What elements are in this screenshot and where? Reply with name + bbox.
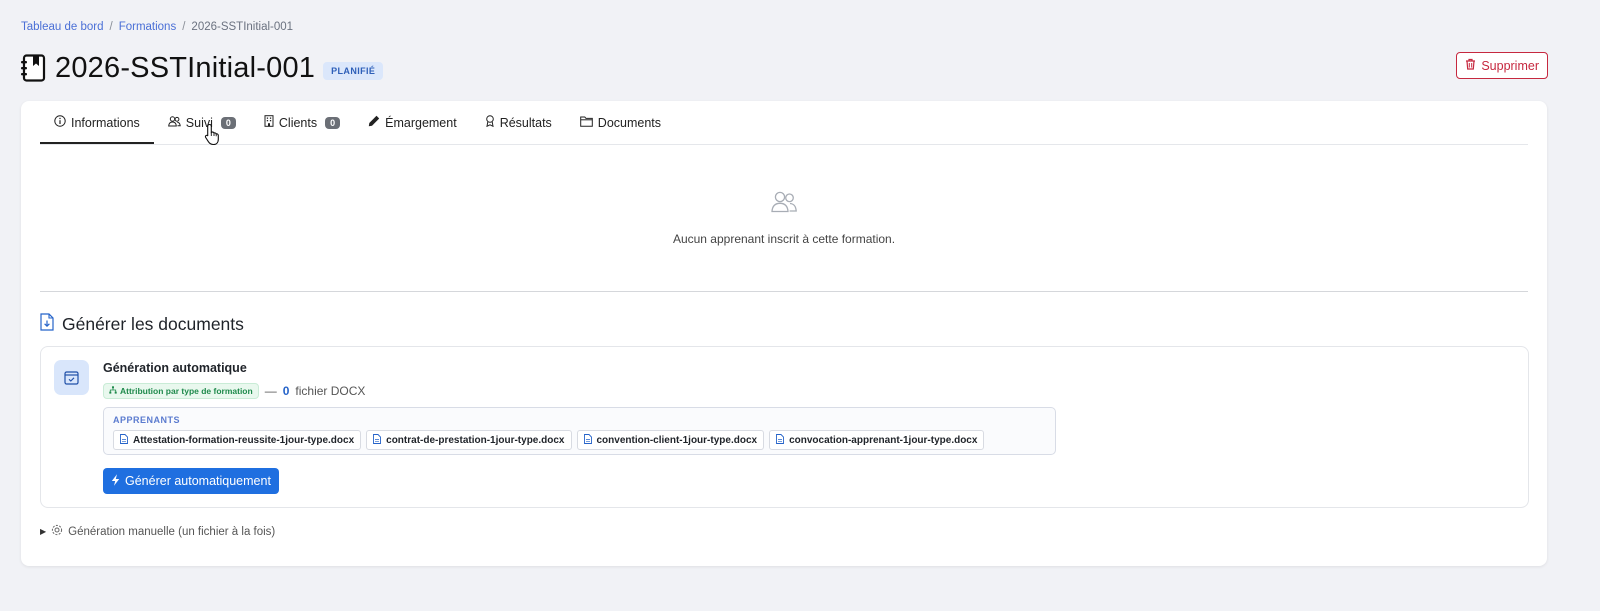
breadcrumb-current: 2026-SSTInitial-001 <box>191 21 294 33</box>
file-name: Attestation-formation-reussite-1jour-typ… <box>133 434 355 446</box>
tab-clients[interactable]: Clients 0 <box>250 101 354 144</box>
folder-icon <box>579 116 593 130</box>
status-badge: PLANIFIÉ <box>323 62 384 80</box>
file-icon <box>583 433 592 447</box>
file-icon <box>776 433 785 447</box>
files-group-apprenants: APPRENANTS Attestation-formation-reussit… <box>103 407 1056 455</box>
file-name: convocation-apprenant-1jour-type.docx <box>789 434 978 446</box>
section-title-text: Générer les documents <box>62 314 244 334</box>
sitemap-icon <box>109 386 117 396</box>
files-group-label: APPRENANTS <box>113 415 181 425</box>
breadcrumb-separator: / <box>182 21 186 33</box>
generate-auto-button[interactable]: Générer automatiquement <box>103 468 279 494</box>
file-chip: Attestation-formation-reussite-1jour-typ… <box>113 430 362 450</box>
award-icon <box>485 115 495 130</box>
attribution-badge-text: Attribution par type de formation <box>120 386 253 396</box>
caret-right-icon: ▶ <box>40 527 47 536</box>
delete-button-label: Supprimer <box>1481 58 1539 73</box>
users-icon <box>167 115 181 130</box>
meta-dash: — <box>264 384 277 398</box>
tab-informations[interactable]: Informations <box>40 101 154 144</box>
journal-bookmark-icon <box>21 53 47 83</box>
manual-generation-toggle[interactable]: ▶ Génération manuelle (un fichier à la f… <box>40 524 275 539</box>
lightning-icon <box>111 473 120 489</box>
breadcrumb-link-dashboard[interactable]: Tableau de bord <box>21 21 103 33</box>
file-chip: contrat-de-prestation-1jour-type.docx <box>366 430 572 450</box>
breadcrumb: Tableau de bord / Formations / 2026-SSTI… <box>21 21 293 33</box>
generate-auto-button-label: Générer automatiquement <box>125 474 271 488</box>
tab-emargement[interactable]: Émargement <box>354 101 471 144</box>
page-header: 2026-SSTInitial-001 PLANIFIÉ Supprimer <box>21 48 1548 88</box>
file-icon <box>373 433 382 447</box>
pen-icon <box>368 115 380 130</box>
auto-generation-card: Génération automatique Attribution par t… <box>40 346 1529 508</box>
file-name: contrat-de-prestation-1jour-type.docx <box>386 434 565 446</box>
documents-section-title: Générer les documents <box>40 313 244 336</box>
auto-generation-meta: Attribution par type de formation — 0 fi… <box>103 383 365 399</box>
file-chip: convention-client-1jour-type.docx <box>576 430 765 450</box>
tab-label: Émargement <box>385 115 457 130</box>
delete-button[interactable]: Supprimer <box>1456 52 1548 79</box>
breadcrumb-link-formations[interactable]: Formations <box>119 21 177 33</box>
attribution-badge: Attribution par type de formation <box>103 383 259 399</box>
tab-label: Documents <box>597 115 662 130</box>
tab-count-badge: 0 <box>220 116 236 129</box>
tab-bar-border <box>40 144 1528 145</box>
tab-label: Résultats <box>499 115 552 130</box>
main-card: Informations Suivi 0 Clients 0 Émargemen… <box>21 101 1547 566</box>
gear-icon <box>51 524 63 539</box>
empty-state: Aucun apprenant inscrit à cette formatio… <box>21 191 1547 246</box>
file-count: 0 <box>282 384 290 398</box>
empty-state-message: Aucun apprenant inscrit à cette formatio… <box>672 232 896 246</box>
users-empty-icon <box>770 191 798 218</box>
building-icon <box>264 115 274 130</box>
trash-icon <box>1465 58 1476 73</box>
file-count-suffix: fichier DOCX <box>295 384 366 398</box>
info-icon <box>54 115 66 130</box>
file-icon <box>120 433 128 447</box>
section-divider <box>40 291 1528 292</box>
breadcrumb-separator: / <box>109 21 113 33</box>
tab-count-badge: 0 <box>325 116 341 129</box>
tab-suivi[interactable]: Suivi 0 <box>154 101 250 144</box>
auto-generation-title: Génération automatique <box>103 361 247 375</box>
calendar-check-icon <box>54 360 89 395</box>
tab-resultats[interactable]: Résultats <box>471 101 566 144</box>
tab-label: Informations <box>71 115 140 130</box>
tab-bar: Informations Suivi 0 Clients 0 Émargemen… <box>40 101 1528 145</box>
tab-label: Clients <box>278 115 318 130</box>
file-name: convention-client-1jour-type.docx <box>596 434 758 446</box>
file-chip: convocation-apprenant-1jour-type.docx <box>769 430 985 450</box>
page-title: 2026-SSTInitial-001 <box>55 51 316 84</box>
hand-pointer-cursor-icon <box>204 123 222 152</box>
manual-generation-label: Génération manuelle (un fichier à la foi… <box>68 525 276 538</box>
file-download-icon <box>40 313 54 336</box>
tab-documents[interactable]: Documents <box>566 101 675 144</box>
files-row: Attestation-formation-reussite-1jour-typ… <box>113 430 985 450</box>
